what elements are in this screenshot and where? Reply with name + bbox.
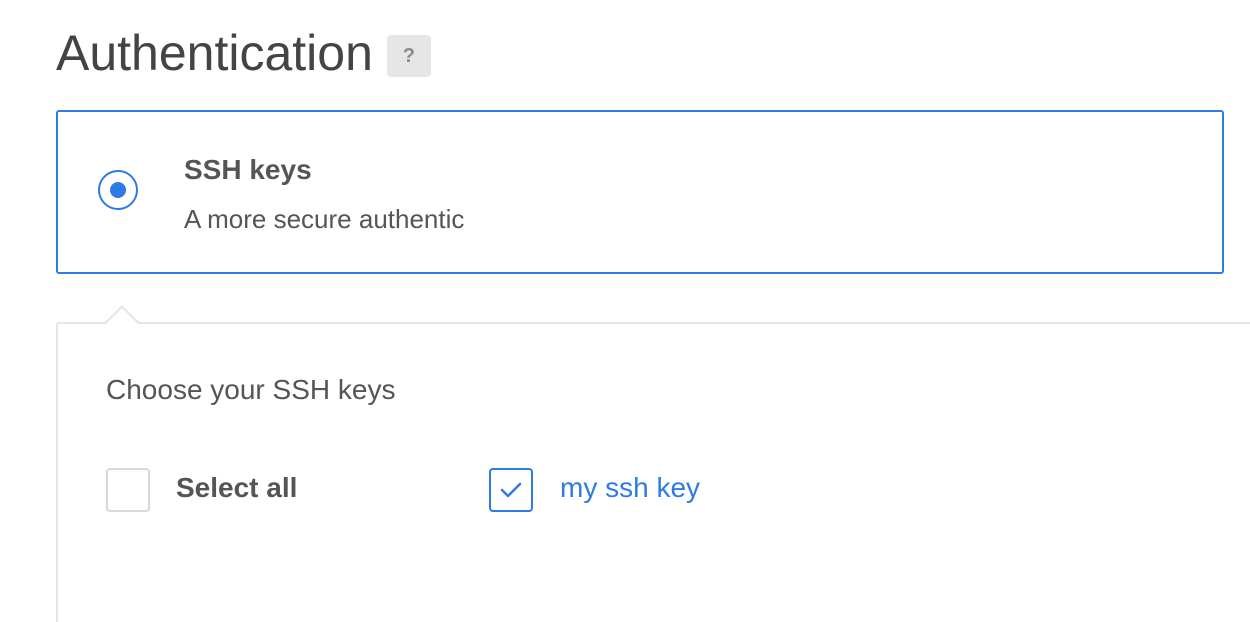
option-description: A more secure authentic <box>184 204 465 234</box>
radio-dot <box>110 182 126 198</box>
select-all-checkbox[interactable] <box>106 468 150 512</box>
ssh-keys-option[interactable]: SSH keys A more secure authentic <box>56 110 1224 274</box>
help-icon[interactable]: ? <box>386 35 431 77</box>
authentication-header: Authentication ? <box>56 22 431 84</box>
choose-ssh-keys-label: Choose your SSH keys <box>106 374 396 405</box>
radio-selected-icon[interactable] <box>98 170 138 210</box>
panel-caret-inner <box>106 308 138 324</box>
page-title: Authentication <box>56 25 373 81</box>
checkmark-icon <box>500 482 522 498</box>
my-ssh-key-checkbox[interactable] <box>489 468 533 512</box>
select-all-label[interactable]: Select all <box>176 472 297 504</box>
my-ssh-key-label[interactable]: my ssh key <box>560 472 700 504</box>
option-title: SSH keys <box>184 154 312 185</box>
